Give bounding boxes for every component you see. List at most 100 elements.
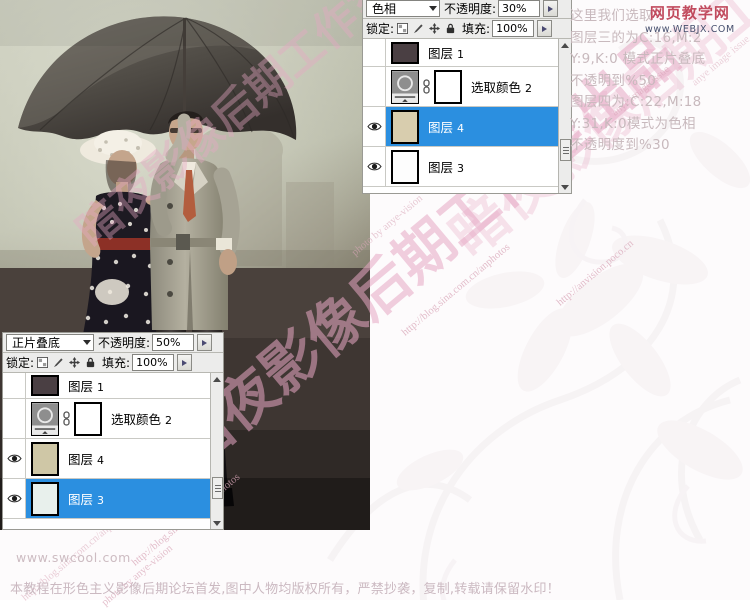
note-line: 不透明度到%30 (570, 137, 670, 153)
lock-transparent-icon[interactable] (37, 357, 49, 368)
triangle-up-icon (213, 376, 221, 382)
layer-name: 图层 3 (428, 160, 464, 175)
visibility-toggle[interactable] (363, 107, 386, 146)
opacity-value-bottom: 50% (156, 336, 181, 349)
mask-link-icon[interactable] (422, 78, 431, 95)
layer-list-scrollbar-bottom[interactable] (210, 373, 223, 529)
layers-panel-bottom[interactable]: 正片叠底 不透明度: 50% 锁定: 填充: 100% 图层 1 选取颜色 2 … (2, 332, 224, 530)
eye-visible-icon (6, 494, 22, 503)
lock-icon-group-top (397, 23, 456, 34)
logo-site-url: www.WEBJX.COM (645, 24, 735, 35)
eye-visible-icon (366, 122, 382, 131)
fill-slider-button-bottom[interactable] (177, 354, 193, 371)
visibility-toggle[interactable] (3, 439, 26, 478)
layer-thumbnail[interactable] (391, 41, 419, 64)
table-row[interactable]: 图层 4 (3, 439, 223, 479)
fill-value-bottom: 100% (136, 356, 168, 369)
layer-thumbnail[interactable] (31, 375, 59, 396)
blend-mode-value-bottom: 正片叠底 (12, 336, 61, 350)
scroll-down-button[interactable] (559, 181, 571, 193)
triangle-down-icon (213, 520, 221, 526)
table-row[interactable]: 图层 1 (3, 373, 223, 399)
opacity-label-bottom: 不透明度: (98, 336, 151, 350)
layer-name: 图层 1 (68, 379, 104, 394)
lock-all-icon[interactable] (445, 23, 456, 34)
layer-thumbnail[interactable] (391, 109, 419, 144)
note-line: Y:31,K:0模式为色相 (570, 115, 696, 132)
table-row[interactable]: 图层 3 (3, 479, 223, 519)
adjustment-layer-thumbnail[interactable] (391, 69, 419, 104)
layer-thumbnail[interactable] (391, 149, 419, 184)
scrollbar-thumb[interactable] (212, 477, 223, 499)
adjustment-layer-thumbnail[interactable] (31, 401, 59, 436)
note-line: 不透明到%50 (570, 72, 657, 89)
lock-move-icon[interactable] (429, 23, 441, 34)
lock-paint-icon[interactable] (413, 23, 424, 34)
fill-label-top: 填充: (462, 22, 491, 36)
logo-site-name: 网页教学网 (649, 4, 730, 22)
table-row[interactable]: 图层 3 (363, 147, 571, 187)
layer-thumbnail[interactable] (31, 441, 59, 476)
lock-transparent-icon[interactable] (397, 23, 409, 34)
visibility-toggle[interactable] (363, 147, 386, 186)
opacity-value-top: 30% (502, 2, 527, 15)
layer-name: 选取颜色 2 (111, 412, 172, 427)
note-line: Y:9,K:0 模式正片叠底 (570, 51, 706, 67)
opacity-label-top: 不透明度: (444, 2, 497, 16)
blend-mode-select-top[interactable]: 色相 (366, 0, 440, 17)
chevron-down-icon (429, 6, 437, 11)
eye-visible-icon (366, 162, 382, 171)
opacity-slider-button-bottom[interactable] (197, 334, 213, 351)
table-row[interactable]: 选取颜色 2 (3, 399, 223, 439)
layer-list-top[interactable]: 图层 1 选取颜色 2 图层 4 图层 3 (363, 39, 571, 193)
visibility-toggle[interactable] (3, 399, 26, 438)
visibility-toggle[interactable] (363, 39, 386, 66)
layer-list-bottom[interactable]: 图层 1 选取颜色 2 图层 4 图层 3 (3, 373, 223, 529)
visibility-toggle[interactable] (3, 479, 26, 518)
caret-right-icon (202, 339, 208, 346)
table-row[interactable]: 选取颜色 2 (363, 67, 571, 107)
blend-opacity-row-top: 色相 不透明度: 30% (363, 0, 571, 19)
layer-mask-thumbnail[interactable] (74, 401, 102, 436)
visibility-toggle[interactable] (363, 67, 386, 106)
visibility-toggle[interactable] (3, 373, 26, 398)
scroll-up-button[interactable] (211, 373, 223, 385)
caret-right-icon (542, 25, 548, 32)
fill-slider-button-top[interactable] (537, 20, 553, 37)
opacity-input-top[interactable]: 30% (498, 0, 541, 17)
layer-name: 图层 4 (68, 452, 104, 467)
layer-thumbnail[interactable] (31, 481, 59, 516)
opacity-slider-button-top[interactable] (543, 0, 559, 17)
fill-label-bottom: 填充: (102, 356, 131, 370)
blend-mode-select-bottom[interactable]: 正片叠底 (6, 334, 94, 351)
lock-paint-icon[interactable] (53, 357, 64, 368)
fill-value-top: 100% (496, 22, 528, 35)
lock-fill-row-bottom: 锁定: 填充: 100% (3, 353, 223, 373)
mask-link-icon[interactable] (62, 410, 71, 427)
table-row[interactable]: 图层 1 (363, 39, 571, 67)
layer-name: 图层 4 (428, 120, 464, 135)
caret-right-icon (182, 359, 188, 366)
fill-input-bottom[interactable]: 100% (132, 354, 175, 371)
layer-mask-thumbnail[interactable] (434, 69, 462, 104)
blend-opacity-row-bottom: 正片叠底 不透明度: 50% (3, 333, 223, 353)
site-logo: 网页教学网 www.WEBJX.COM (645, 2, 735, 35)
opacity-input-bottom[interactable]: 50% (152, 334, 195, 351)
layers-panel-top[interactable]: 色相 不透明度: 30% 锁定: 填充: 100% 图层 1 选取颜色 2 图层… (362, 0, 572, 194)
layer-name: 选取颜色 2 (471, 80, 532, 95)
chevron-down-icon (83, 340, 91, 345)
lock-label-top: 锁定: (366, 22, 395, 36)
table-row[interactable]: 图层 4 (363, 107, 571, 147)
triangle-down-icon (561, 184, 569, 190)
footer-url: www.swcool.com (16, 550, 131, 565)
caret-right-icon (548, 5, 554, 12)
fill-input-top[interactable]: 100% (492, 20, 535, 37)
triangle-up-icon (561, 42, 569, 48)
scroll-down-button[interactable] (211, 517, 223, 529)
footer-copyright-notice: 本教程在形色主义影像后期论坛首发,图中人物均版权所有，严禁抄袭，复制,转载请保留… (10, 582, 560, 597)
eye-visible-icon (6, 454, 22, 463)
blend-mode-value-top: 色相 (372, 2, 397, 16)
lock-move-icon[interactable] (69, 357, 81, 368)
lock-fill-row-top: 锁定: 填充: 100% (363, 19, 571, 39)
lock-all-icon[interactable] (85, 357, 96, 368)
